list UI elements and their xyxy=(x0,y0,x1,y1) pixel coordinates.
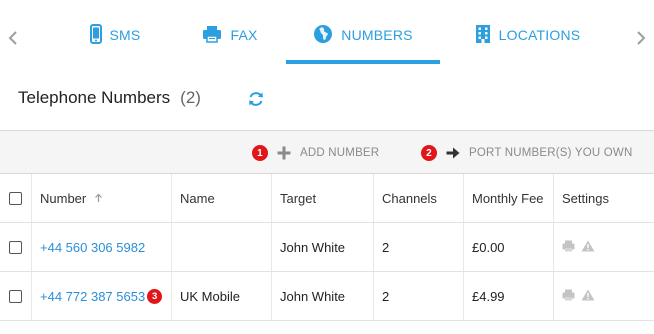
table-row: +44 560 306 5982 John White 2 £0.00 xyxy=(0,223,654,272)
fax-machine-icon[interactable] xyxy=(562,240,575,255)
settings-cell xyxy=(554,223,654,271)
channels-value: 2 xyxy=(382,288,390,304)
column-header-name[interactable]: Name xyxy=(172,174,272,222)
column-header-target[interactable]: Target xyxy=(272,174,374,222)
row-checkbox[interactable] xyxy=(9,240,22,254)
warning-icon[interactable] xyxy=(581,240,595,255)
channels-value: 2 xyxy=(382,239,390,255)
name-value: UK Mobile xyxy=(180,288,240,304)
fee-cell: £0.00 xyxy=(464,223,554,271)
arrow-right-icon xyxy=(445,145,461,161)
row-checkbox-cell xyxy=(0,223,32,271)
number-link[interactable]: +44 560 306 5982 xyxy=(40,240,145,255)
name-cell: UK Mobile xyxy=(172,272,272,320)
tab-fax-label: FAX xyxy=(230,26,258,43)
numbers-table: Number Name Target Channels Monthly Fee … xyxy=(0,174,654,321)
header-checkbox-cell xyxy=(0,174,32,222)
tab-sms[interactable]: SMS xyxy=(60,0,170,68)
select-all-checkbox[interactable] xyxy=(9,191,22,205)
active-tab-indicator xyxy=(286,60,440,64)
number-link[interactable]: +44 772 387 5653 xyxy=(40,289,145,304)
port-numbers-badge: 2 xyxy=(421,145,437,161)
table-row: +44 772 387 5653 3 UK Mobile John White … xyxy=(0,272,654,321)
page-title: Telephone Numbers (2) xyxy=(18,88,201,108)
globe-icon xyxy=(313,24,333,44)
column-header-number-label: Number xyxy=(40,190,87,206)
phone-icon xyxy=(89,24,102,44)
fee-value: £4.99 xyxy=(472,288,505,304)
target-cell: John White xyxy=(272,272,374,320)
number-badge: 3 xyxy=(147,288,163,304)
fee-value: £0.00 xyxy=(472,239,505,255)
warning-icon[interactable] xyxy=(581,289,595,304)
target-cell: John White xyxy=(272,223,374,271)
chevron-left-icon[interactable] xyxy=(3,26,23,50)
target-value: John White xyxy=(280,288,346,304)
chevron-right-icon[interactable] xyxy=(631,26,651,50)
add-number-label: ADD NUMBER xyxy=(300,147,380,159)
tab-sms-label: SMS xyxy=(109,26,141,43)
add-number-button[interactable]: 1 ADD NUMBER xyxy=(252,131,379,175)
tab-numbers[interactable]: NUMBERS xyxy=(286,0,440,68)
fee-cell: £4.99 xyxy=(464,272,554,320)
tab-numbers-label: NUMBERS xyxy=(341,26,413,43)
column-header-name-label: Name xyxy=(180,190,215,206)
page-title-count: (2) xyxy=(180,88,201,107)
column-header-target-label: Target xyxy=(280,190,317,206)
row-checkbox[interactable] xyxy=(9,289,22,303)
column-header-settings: Settings xyxy=(554,174,654,222)
tab-locations-label: LOCATIONS xyxy=(498,26,581,43)
channels-cell: 2 xyxy=(374,272,464,320)
table-header-row: Number Name Target Channels Monthly Fee … xyxy=(0,174,654,223)
channels-cell: 2 xyxy=(374,223,464,271)
name-cell xyxy=(172,223,272,271)
column-header-number[interactable]: Number xyxy=(32,174,172,222)
column-header-settings-label: Settings xyxy=(562,190,609,206)
number-cell: +44 560 306 5982 xyxy=(32,223,172,271)
column-header-fee-label: Monthly Fee xyxy=(472,190,544,206)
port-numbers-button[interactable]: 2 PORT NUMBER(S) YOU OWN xyxy=(421,131,633,175)
tab-bar: SMS FAX NUMBERS LOCATIONS xyxy=(0,0,654,68)
page-title-text: Telephone Numbers xyxy=(18,88,171,107)
column-header-monthly-fee[interactable]: Monthly Fee xyxy=(464,174,554,222)
plus-icon xyxy=(276,145,292,161)
fax-icon xyxy=(202,25,222,43)
column-header-channels-label: Channels xyxy=(382,190,437,206)
action-bar: 1 ADD NUMBER 2 PORT NUMBER(S) YOU OWN xyxy=(0,130,654,174)
add-number-badge: 1 xyxy=(252,145,268,161)
target-value: John White xyxy=(280,239,346,255)
fax-machine-icon[interactable] xyxy=(562,289,575,304)
column-header-channels[interactable]: Channels xyxy=(374,174,464,222)
sort-ascending-icon xyxy=(94,193,103,203)
building-icon xyxy=(475,24,491,44)
tab-locations[interactable]: LOCATIONS xyxy=(460,0,595,68)
port-numbers-label: PORT NUMBER(S) YOU OWN xyxy=(469,147,633,159)
row-checkbox-cell xyxy=(0,272,32,320)
number-cell: +44 772 387 5653 3 xyxy=(32,272,172,320)
refresh-icon[interactable] xyxy=(245,88,267,110)
settings-cell xyxy=(554,272,654,320)
tab-fax[interactable]: FAX xyxy=(180,0,280,68)
